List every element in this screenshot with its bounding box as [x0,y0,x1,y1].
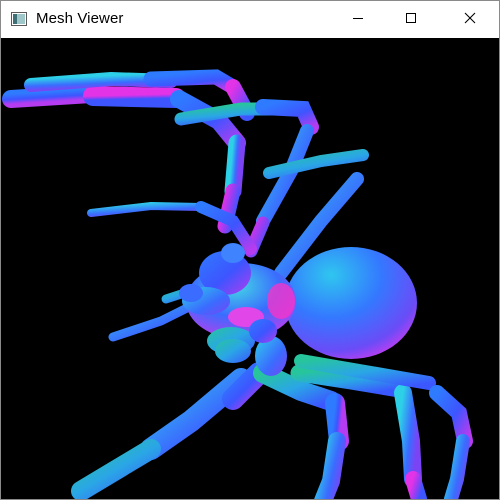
leg-front-mid [253,363,349,499]
minimize-button[interactable] [335,1,381,38]
leg-back-left [2,69,255,234]
render-viewport[interactable] [1,38,499,499]
close-button[interactable] [447,1,493,38]
close-icon [464,11,476,29]
cephalothorax [179,243,296,355]
abdomen [285,247,417,359]
window-title: Mesh Viewer [36,10,124,27]
mesh-viewer-window: Mesh Viewer [0,0,500,500]
leg-front-left [71,362,270,499]
title-bar[interactable]: Mesh Viewer [1,1,499,38]
maximize-button[interactable] [388,1,434,38]
app-window-icon [11,12,27,26]
leg-upper-mid [174,99,319,258]
spider-mesh [2,69,473,499]
minimize-icon [352,11,364,29]
maximize-icon [405,11,417,29]
